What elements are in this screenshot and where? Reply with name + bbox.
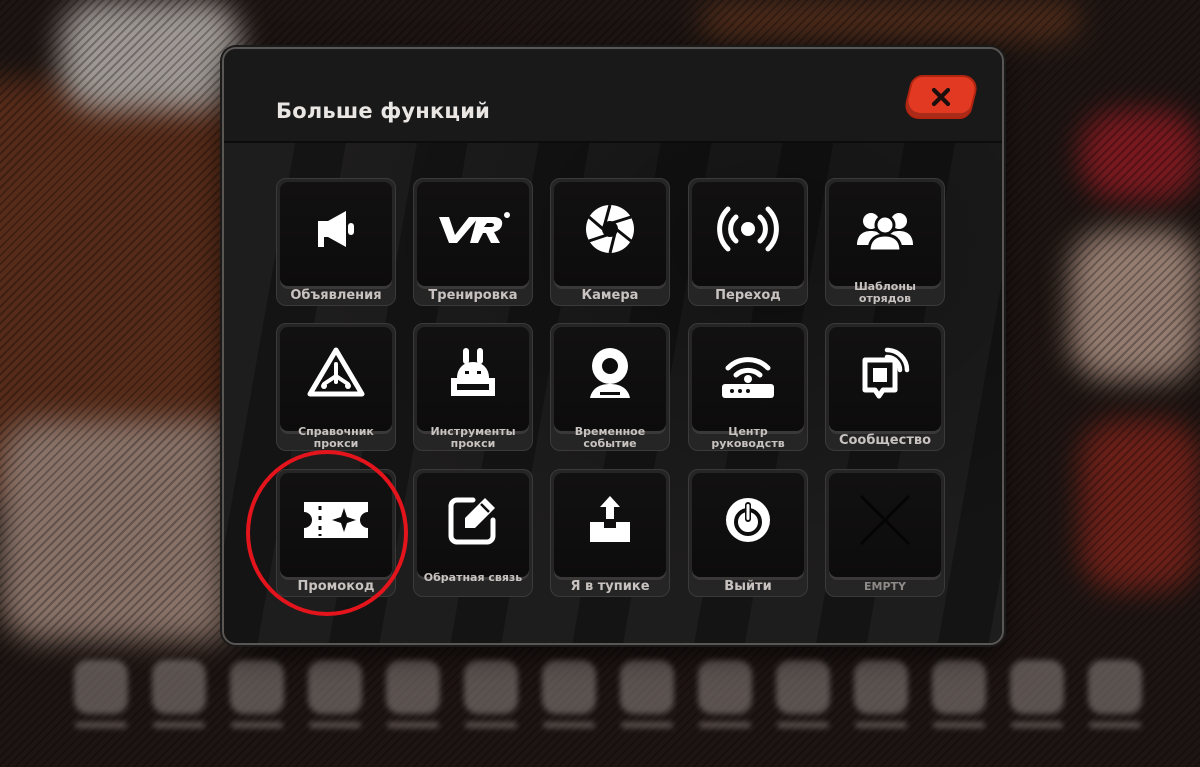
dock-item — [70, 660, 132, 760]
tile-label: Камера — [581, 288, 639, 303]
tile-label: Тренировка — [428, 288, 518, 303]
tile-empty: EMPTY — [825, 469, 945, 597]
modal-title: Больше функций — [276, 99, 491, 123]
tile-label: Обратная связь — [423, 571, 523, 584]
proxy-guide-icon — [307, 347, 365, 397]
tile-guide-center[interactable]: Центр руководств — [688, 323, 808, 451]
squad-icon — [857, 213, 913, 253]
power-icon — [726, 498, 770, 542]
dock-item — [538, 660, 600, 760]
dock-item — [772, 660, 834, 760]
dock-item — [382, 660, 444, 760]
tile-label: Объявления — [290, 288, 382, 303]
modal-header: Больше функций — [224, 49, 1002, 143]
dock-item — [304, 660, 366, 760]
dock-item — [460, 660, 522, 760]
webcam-icon — [590, 348, 630, 398]
dock-item — [928, 660, 990, 760]
close-icon — [931, 87, 951, 107]
tile-label: Временное событие — [574, 425, 646, 450]
tile-label: Инструменты прокси — [430, 425, 516, 450]
router-icon — [722, 357, 774, 398]
vr-icon — [439, 212, 510, 243]
dock-item — [148, 660, 210, 760]
tile-proxy-guide[interactable]: Справочник прокси — [276, 323, 396, 451]
bottom-dock — [70, 660, 1150, 760]
camera-aperture-icon — [586, 204, 634, 254]
tile-label: Справочник прокси — [298, 425, 374, 450]
tile-label: Шаблоны отрядов — [854, 280, 916, 305]
megaphone-icon — [318, 211, 354, 247]
dock-item — [226, 660, 288, 760]
tile-proxy-tools[interactable]: Инструменты прокси — [413, 323, 533, 451]
tile-temporary-event[interactable]: Временное событие — [550, 323, 670, 451]
dock-item — [1006, 660, 1068, 760]
tile-squad-templates[interactable]: Шаблоны отрядов — [825, 178, 945, 306]
bunny-robot-icon — [451, 348, 495, 396]
empty-x-icon — [859, 494, 911, 546]
tile-label: EMPTY — [864, 580, 906, 593]
tile-logout[interactable]: Выйти — [688, 469, 808, 597]
tile-label: Центр руководств — [711, 425, 785, 450]
tile-transition[interactable]: Переход — [688, 178, 808, 306]
tile-label: Я в тупике — [570, 579, 650, 594]
dock-item — [850, 660, 912, 760]
dock-item — [694, 660, 756, 760]
promo-code-highlight-circle — [246, 450, 408, 616]
broadcast-icon — [717, 206, 779, 252]
dock-item — [616, 660, 678, 760]
edit-icon — [448, 497, 496, 545]
community-icon — [862, 347, 910, 399]
tile-label: Выйти — [724, 579, 772, 594]
upload-box-icon — [590, 496, 630, 542]
tile-announcements[interactable]: Объявления — [276, 178, 396, 306]
tile-label: Переход — [715, 288, 781, 303]
tile-stuck[interactable]: Я в тупике — [550, 469, 670, 597]
tile-camera[interactable]: Камера — [550, 178, 670, 306]
tile-label: Сообщество — [838, 433, 932, 448]
dock-item — [1084, 660, 1146, 760]
tile-feedback[interactable]: Обратная связь — [413, 469, 533, 597]
tile-training[interactable]: Тренировка — [413, 178, 533, 306]
close-button[interactable] — [901, 75, 981, 119]
tile-community[interactable]: Сообщество — [825, 323, 945, 451]
